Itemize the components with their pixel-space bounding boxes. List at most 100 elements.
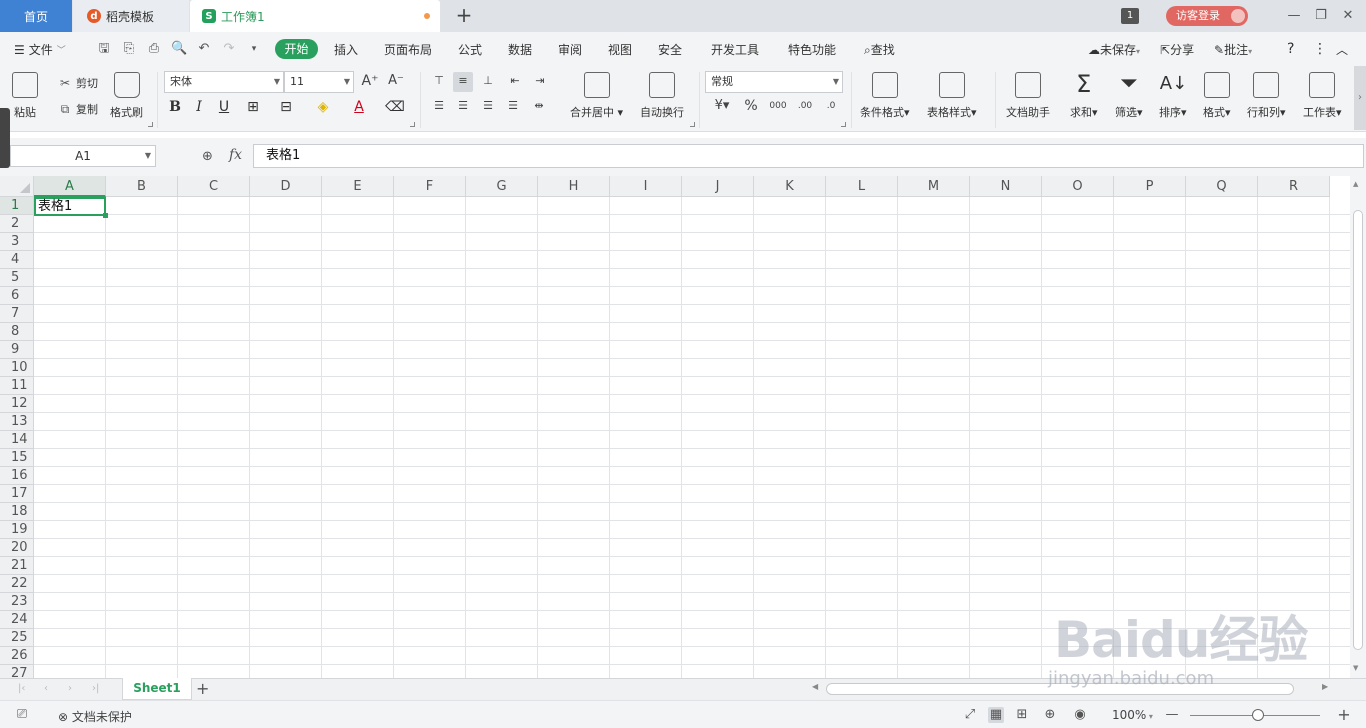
column-header-d[interactable]: D [250,176,322,197]
row-header-14[interactable]: 14 [0,431,34,449]
font-name-select[interactable]: 宋体 ▼ [164,71,284,93]
next-sheet-icon[interactable]: › [68,683,72,694]
normal-view-icon[interactable]: ▦ [988,707,1004,723]
align-right-icon[interactable]: ☰ [478,97,498,117]
column-header-o[interactable]: O [1042,176,1114,197]
redo-icon[interactable]: ↷ [221,41,237,57]
select-all-corner[interactable] [0,176,34,197]
zoom-in-formula-icon[interactable]: ⊕ [202,149,213,164]
row-header-21[interactable]: 21 [0,557,34,575]
row-col-button[interactable]: 行和列▾ [1247,72,1286,120]
increase-font-size-icon[interactable]: A⁺ [360,72,380,92]
row-header-10[interactable]: 10 [0,359,34,377]
row-header-26[interactable]: 26 [0,647,34,665]
more-options-icon[interactable]: ⋮ [1313,41,1327,57]
prev-sheet-icon[interactable]: ‹ [44,683,48,694]
distributed-align-icon[interactable]: ⇹ [529,97,549,117]
minimize-icon[interactable]: — [1284,6,1304,26]
align-bottom-icon[interactable]: ⊥ [478,72,498,92]
column-header-f[interactable]: F [394,176,466,197]
justify-icon[interactable]: ☰ [503,97,523,117]
column-header-n[interactable]: N [970,176,1042,197]
ribbon-scroll-right-icon[interactable]: › [1354,66,1366,130]
scroll-left-icon[interactable]: ◀ [812,682,818,691]
tab-workbook[interactable]: S 工作簿1 [190,0,440,32]
font-launcher-icon[interactable] [410,122,415,127]
column-header-k[interactable]: K [754,176,826,197]
export-icon[interactable]: ⎘ [121,41,137,57]
bold-icon[interactable]: B [165,97,185,117]
row-header-22[interactable]: 22 [0,575,34,593]
file-menu-button[interactable]: ☰ 文件 ﹀ [14,41,66,58]
cell-style-icon[interactable]: ⊟ [276,97,296,117]
row-header-11[interactable]: 11 [0,377,34,395]
font-color-icon[interactable]: A [349,97,369,117]
row-header-9[interactable]: 9 [0,341,34,359]
increase-decimal-icon[interactable]: .00 [795,97,815,117]
vertical-scrollbar[interactable]: ▲ ▼ [1350,176,1366,678]
align-top-icon[interactable]: ⊤ [429,72,449,92]
eye-protection-icon[interactable]: ◉ [1072,707,1088,723]
column-header-i[interactable]: I [610,176,682,197]
row-header-16[interactable]: 16 [0,467,34,485]
vertical-scroll-thumb[interactable] [1353,210,1363,650]
tab-view[interactable]: 视图 [608,41,632,58]
clipboard-launcher-icon[interactable] [148,122,153,127]
column-header-q[interactable]: Q [1186,176,1258,197]
column-header-r[interactable]: R [1258,176,1330,197]
row-header-8[interactable]: 8 [0,323,34,341]
unsaved-status-button[interactable]: ☁未保存▾ [1088,41,1140,58]
tab-data[interactable]: 数据 [508,41,532,58]
formula-input[interactable]: 表格1 [253,144,1364,168]
worksheet-button[interactable]: 工作表▾ [1303,72,1342,120]
scroll-down-icon[interactable]: ▼ [1353,664,1358,672]
new-tab-button[interactable]: + [452,4,476,28]
zoom-in-icon[interactable]: + [1336,707,1352,723]
help-icon[interactable]: ? [1287,41,1294,57]
column-header-b[interactable]: B [106,176,178,197]
row-header-24[interactable]: 24 [0,611,34,629]
column-header-p[interactable]: P [1114,176,1186,197]
close-icon[interactable]: ✕ [1338,6,1358,26]
decrease-font-size-icon[interactable]: A⁻ [386,72,406,92]
page-break-view-icon[interactable]: ⊞ [1014,707,1030,723]
collapse-ribbon-icon[interactable]: ︿ [1336,41,1348,58]
sort-button[interactable]: A↓ 排序▾ [1159,72,1187,120]
sum-button[interactable]: Σ 求和▾ [1070,72,1098,120]
undo-icon[interactable]: ↶ [196,41,212,57]
row-header-7[interactable]: 7 [0,305,34,323]
align-middle-icon[interactable]: ≡ [453,72,473,92]
row-header-20[interactable]: 20 [0,539,34,557]
search-button[interactable]: ⌕查找 [864,41,895,58]
print-icon[interactable]: ⎙ [146,41,162,57]
copy-button[interactable]: ⧉ 复制 [58,101,98,117]
format-button[interactable]: 格式▾ [1203,72,1231,120]
clear-format-icon[interactable]: ⌫ [385,97,405,117]
spreadsheet-grid[interactable]: ABCDEFGHIJKLMNOPQR 1 2 3 4 5 6 7 8 9 10 11 12 13 14 15… [0,176,1350,678]
tab-developer[interactable]: 开发工具 [711,41,759,58]
tab-docer-templates[interactable]: d 稻壳模板 [73,0,189,32]
number-format-select[interactable]: 常规 ▼ [705,71,843,93]
column-header-e[interactable]: E [322,176,394,197]
merge-center-button[interactable]: 合并居中 ▾ [570,72,623,120]
row-header-27[interactable]: 27 [0,665,34,678]
align-left-icon[interactable]: ☰ [429,97,449,117]
document-protection-status[interactable]: ⊗ 文档未保护 [58,708,132,725]
row-header-1[interactable]: 1 [0,197,34,215]
doc-assistant-button[interactable]: 文档助手 [1006,72,1050,120]
row-header-2[interactable]: 2 [0,215,34,233]
cell-a1[interactable]: 表格1 [34,197,108,218]
cut-button[interactable]: ✂ 剪切 [58,75,98,91]
column-header-m[interactable]: M [898,176,970,197]
alignment-launcher-icon[interactable] [690,122,695,127]
borders-icon[interactable]: ⊞ [243,97,263,117]
quick-access-dropdown-icon[interactable]: ▾ [246,41,262,57]
window-count-badge[interactable]: 1 [1121,8,1139,24]
wrap-text-button[interactable]: 自动换行 [640,72,684,120]
share-button[interactable]: ⇱分享 [1160,41,1194,58]
table-style-button[interactable]: 表格样式▾ [927,72,977,120]
row-header-3[interactable]: 3 [0,233,34,251]
fill-color-icon[interactable]: ◈ [313,97,333,117]
reading-mode-icon[interactable]: ⊕ [1042,707,1058,723]
fullscreen-icon[interactable]: ⤢ [962,707,978,723]
